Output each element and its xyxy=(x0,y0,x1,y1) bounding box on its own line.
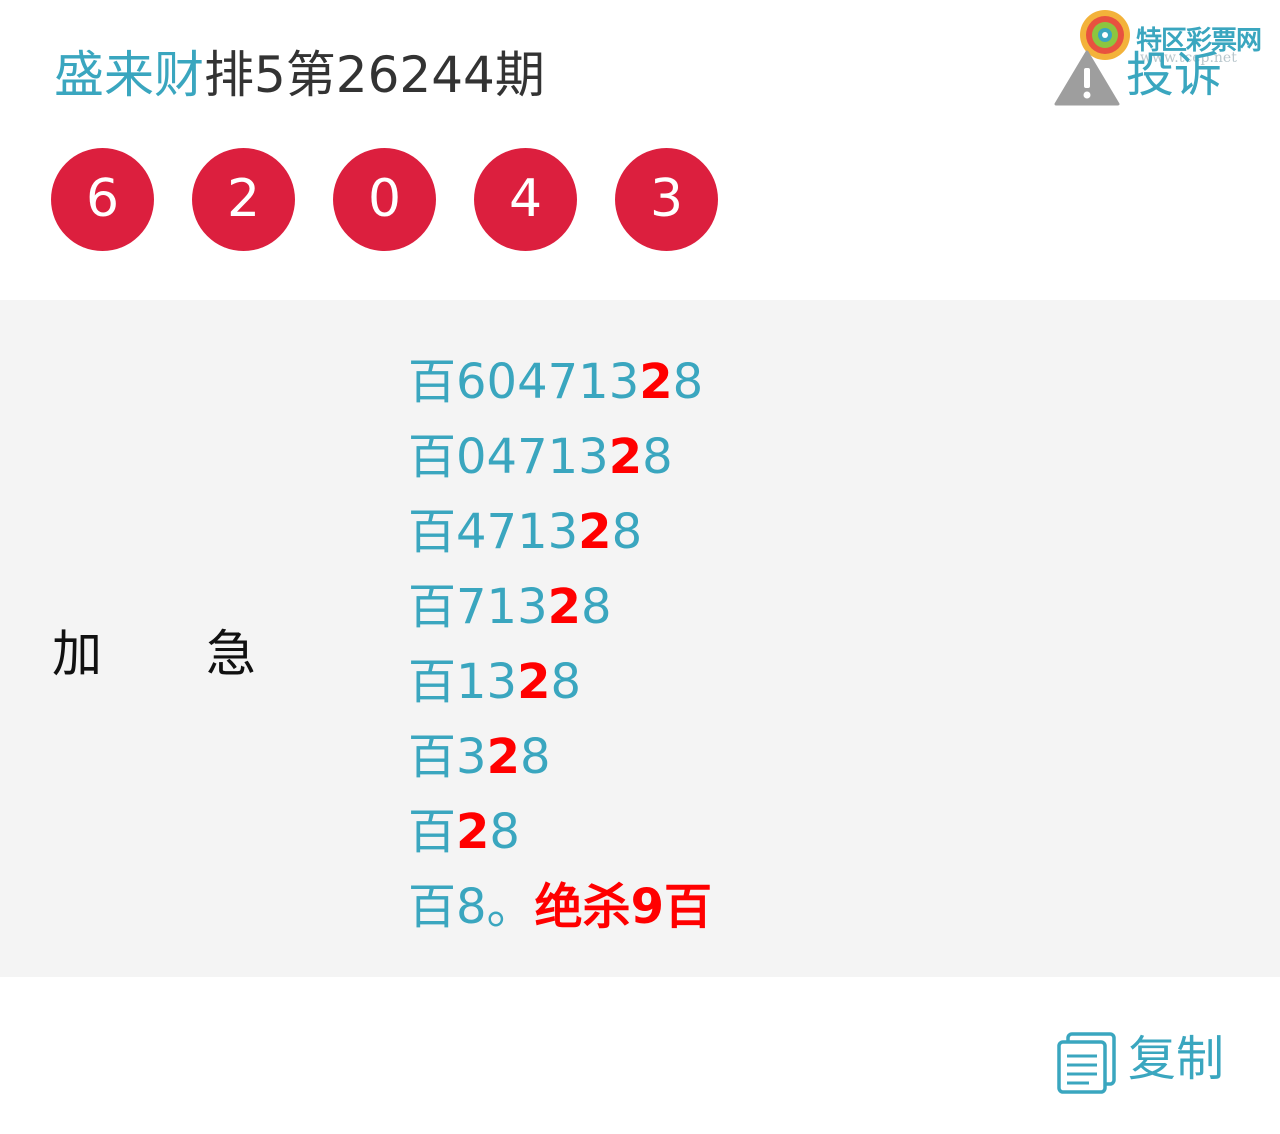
line-digits: 04713 xyxy=(456,429,609,485)
highlight-digit: 2 xyxy=(578,504,612,560)
number-ball: 4 xyxy=(474,148,577,251)
copy-label: 复制 xyxy=(1128,1031,1225,1087)
prediction-line: 百71328 xyxy=(408,575,712,650)
prediction-line: 百28 xyxy=(408,800,712,875)
prediction-list: 百60471328 百0471328 百471328 百71328 百1328 … xyxy=(408,350,712,950)
line-prefix: 百 xyxy=(408,654,457,710)
category-label: 加急 xyxy=(52,614,256,686)
kill-note: 绝杀9百 xyxy=(534,879,712,935)
line-prefix: 百 xyxy=(408,354,457,410)
complain-label: 投诉 xyxy=(1126,47,1223,103)
line-digits: 3 xyxy=(456,729,487,785)
highlight-digit: 2 xyxy=(608,429,643,485)
line-prefix: 百 xyxy=(408,579,457,635)
prediction-line: 百1328 xyxy=(408,650,712,725)
line-digits-after: 8 xyxy=(642,429,673,485)
copy-icon xyxy=(1057,1032,1116,1094)
highlight-digit: 2 xyxy=(547,579,582,635)
prediction-panel: 加急 百60471328 百0471328 百471328 百71328 百13… xyxy=(0,300,1280,977)
line-digits-after: 8 xyxy=(611,504,643,560)
line-digits-after: 8 xyxy=(581,579,612,635)
number-ball: 2 xyxy=(192,148,295,251)
line-digits: 13 xyxy=(456,654,518,710)
line-digits-after: 8 xyxy=(550,654,582,710)
prediction-line: 百328 xyxy=(408,725,712,800)
prediction-line: 百8。绝杀9百 xyxy=(408,875,712,950)
prediction-line: 百471328 xyxy=(408,500,712,575)
line-prefix: 百 xyxy=(408,804,457,860)
line-digits: 604713 xyxy=(456,354,640,410)
line-digits: 713 xyxy=(456,579,548,635)
line-prefix: 百 xyxy=(408,429,457,485)
highlight-digit: 2 xyxy=(639,354,673,410)
number-ball: 3 xyxy=(615,148,718,251)
prediction-line: 百0471328 xyxy=(408,425,712,500)
line-digits-after: 8 xyxy=(489,804,520,860)
number-ball: 0 xyxy=(333,148,436,251)
category-char: 加 xyxy=(52,625,102,683)
highlight-digit: 2 xyxy=(517,654,551,710)
highlight-digit: 2 xyxy=(456,804,490,860)
line-prefix: 百 xyxy=(408,504,457,560)
issue-title: 排5第26244期 xyxy=(204,46,545,104)
line-prefix: 百 xyxy=(408,879,457,935)
line-digits-after: 8 xyxy=(519,729,551,785)
number-ball: 6 xyxy=(51,148,154,251)
highlight-digit: 2 xyxy=(486,729,520,785)
line-digits: 8。 xyxy=(456,879,535,935)
header: 盛来财排5第26244期 特区彩票网 www.tcep.net 投诉 6 2 0… xyxy=(0,0,1280,300)
warning-icon xyxy=(1054,50,1120,106)
line-prefix: 百 xyxy=(408,729,457,785)
prediction-line: 百60471328 xyxy=(408,350,712,425)
line-digits-after: 8 xyxy=(672,354,704,410)
line-digits: 4713 xyxy=(456,504,579,560)
author-name[interactable]: 盛来财 xyxy=(54,46,204,104)
page-title: 盛来财排5第26244期 xyxy=(54,42,545,108)
category-char: 急 xyxy=(206,625,256,683)
